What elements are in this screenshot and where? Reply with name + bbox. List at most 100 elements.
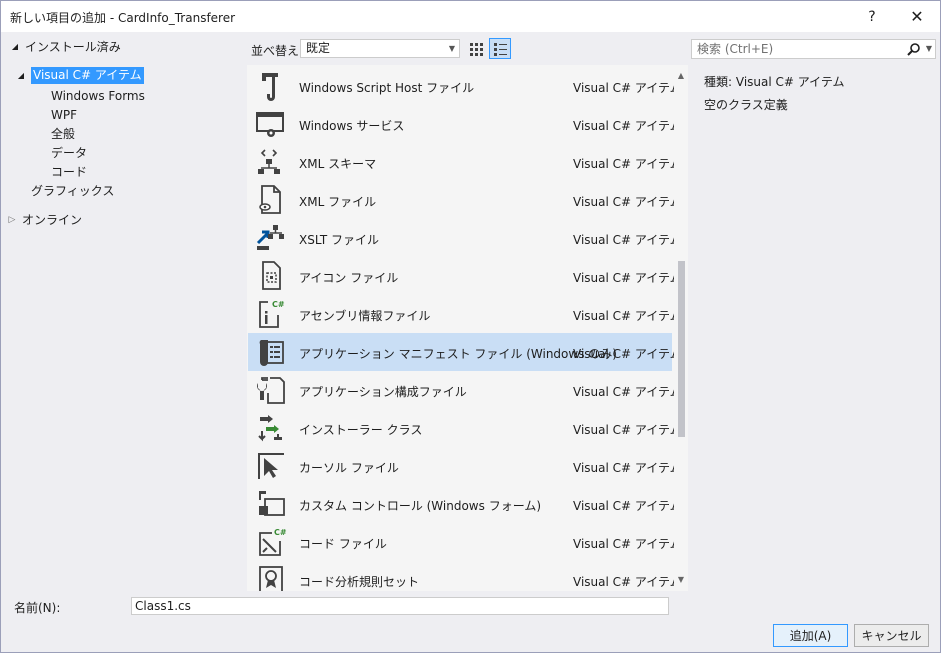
list-view-button[interactable] xyxy=(489,38,511,59)
search-input[interactable]: 検索 (Ctrl+E) ▼ xyxy=(691,39,936,59)
tree-item-data[interactable]: データ xyxy=(51,143,87,162)
item-name: Windows Script Host ファイル xyxy=(299,81,475,95)
config-icon xyxy=(254,373,288,407)
list-item[interactable]: C# アセンブリ情報ファイル Visual C# アイテム xyxy=(248,295,682,333)
list-scrollbar[interactable]: ▲ ▼ xyxy=(674,65,688,591)
close-button[interactable]: ✕ xyxy=(894,1,940,32)
grid-view-button[interactable] xyxy=(465,38,487,59)
tree-label-visual-csharp: Visual C# アイテム xyxy=(31,67,144,84)
tree-item-general[interactable]: 全般 xyxy=(51,124,75,143)
expanded-triangle-icon[interactable]: ◢ xyxy=(9,42,21,51)
name-label: 名前(N): xyxy=(14,601,61,615)
tree-label-installed: インストール済み xyxy=(25,40,121,54)
script-icon xyxy=(254,69,288,103)
tree-label-wpf: WPF xyxy=(51,107,78,122)
icon-file-icon xyxy=(254,259,288,293)
tree-item-installed[interactable]: ◢ インストール済み xyxy=(9,37,121,56)
details-type-value: Visual C# アイテム xyxy=(735,75,845,89)
grid-view-icon xyxy=(470,42,483,56)
list-view-icon xyxy=(494,42,507,56)
item-name: XSLT ファイル xyxy=(299,233,380,247)
item-type: Visual C# アイテム xyxy=(573,233,682,247)
details-type-label: 種類: xyxy=(704,75,733,89)
item-name: XML ファイル xyxy=(299,195,377,209)
tree-item-windows-forms[interactable]: Windows Forms xyxy=(51,86,145,105)
item-name: XML スキーマ xyxy=(299,157,377,171)
tree-item-code[interactable]: コード xyxy=(51,162,87,181)
scroll-up-arrow-icon[interactable]: ▲ xyxy=(674,69,688,83)
list-item[interactable]: XML ファイル Visual C# アイテム xyxy=(248,181,682,219)
item-type: Visual C# アイテム xyxy=(573,195,682,209)
search-placeholder: 検索 (Ctrl+E) xyxy=(697,42,774,56)
svg-text:C#: C# xyxy=(272,300,285,309)
item-name: アイコン ファイル xyxy=(299,271,399,285)
list-item[interactable]: インストーラー クラス Visual C# アイテム xyxy=(248,409,682,447)
item-name: カスタム コントロール (Windows フォーム) xyxy=(299,499,542,513)
expanded-triangle-icon[interactable]: ◢ xyxy=(15,71,27,80)
sort-value: 既定 xyxy=(306,41,331,55)
name-input[interactable] xyxy=(131,597,669,615)
item-template-list: Windows Script Host ファイル Visual C# アイテム … xyxy=(247,65,688,591)
item-type: Visual C# アイテム xyxy=(573,499,682,513)
list-item[interactable]: カスタム コントロール (Windows フォーム) Visual C# アイテ… xyxy=(248,485,682,523)
list-item[interactable]: Windows サービス Visual C# アイテム xyxy=(248,105,682,143)
window-title: 新しい項目の追加 - CardInfo_Transferer xyxy=(10,11,236,25)
service-icon xyxy=(254,107,288,141)
item-type: Visual C# アイテム xyxy=(573,271,682,285)
item-type: Visual C# アイテム xyxy=(573,119,682,133)
item-name: インストーラー クラス xyxy=(299,423,423,437)
item-type: Visual C# アイテム xyxy=(573,575,682,589)
code-file-icon: C# xyxy=(254,525,288,559)
item-name: アプリケーション構成ファイル xyxy=(299,385,467,399)
template-tree: ◢ インストール済み ◢ Visual C# アイテム Windows Form… xyxy=(1,32,247,591)
tree-item-wpf[interactable]: WPF xyxy=(51,105,77,124)
tree-label-graphics: グラフィックス xyxy=(31,184,115,198)
search-icon xyxy=(907,42,921,56)
list-item[interactable]: XML スキーマ Visual C# アイテム xyxy=(248,143,682,181)
ruleset-icon xyxy=(254,563,288,591)
xml-file-icon xyxy=(254,183,288,217)
item-name: カーソル ファイル xyxy=(299,461,399,475)
list-item[interactable]: コード分析規則セット Visual C# アイテム xyxy=(248,561,682,591)
item-type: Visual C# アイテム xyxy=(573,347,682,361)
sort-label: 並べ替え: xyxy=(251,44,304,58)
tree-item-visual-csharp[interactable]: ◢ Visual C# アイテム xyxy=(15,66,144,85)
collapsed-triangle-icon[interactable]: ▷ xyxy=(6,215,18,225)
manifest-icon xyxy=(254,335,288,369)
item-type: Visual C# アイテム xyxy=(573,461,682,475)
list-item[interactable]: C# コード ファイル Visual C# アイテム xyxy=(248,523,682,561)
title-bar: 新しい項目の追加 - CardInfo_Transferer ? ✕ xyxy=(1,1,940,32)
xslt-icon xyxy=(254,221,288,255)
chevron-down-icon: ▼ xyxy=(448,44,455,53)
list-item[interactable]: アプリケーション構成ファイル Visual C# アイテム xyxy=(248,371,682,409)
list-item[interactable]: アイコン ファイル Visual C# アイテム xyxy=(248,257,682,295)
scroll-down-arrow-icon[interactable]: ▼ xyxy=(674,573,688,587)
xml-schema-icon xyxy=(254,145,288,179)
svg-text:C#: C# xyxy=(274,528,287,537)
scrollbar-thumb[interactable] xyxy=(678,261,685,437)
list-item[interactable]: XSLT ファイル Visual C# アイテム xyxy=(248,219,682,257)
add-new-item-dialog: 新しい項目の追加 - CardInfo_Transferer ? ✕ ◢ インス… xyxy=(0,0,941,653)
item-type: Visual C# アイテム xyxy=(573,81,682,95)
item-type: Visual C# アイテム xyxy=(573,309,682,323)
installer-icon xyxy=(254,411,288,445)
list-item-selected[interactable]: アプリケーション マニフェスト ファイル (Windows のみ) Visual… xyxy=(248,333,682,371)
item-name: コード ファイル xyxy=(299,537,387,551)
item-name: Windows サービス xyxy=(299,119,405,133)
details-description: 空のクラス定義 xyxy=(704,98,788,112)
item-type: Visual C# アイテム xyxy=(573,385,682,399)
tree-label-general: 全般 xyxy=(51,127,76,141)
tree-item-online[interactable]: ▷ オンライン xyxy=(6,210,82,229)
chevron-down-icon[interactable]: ▼ xyxy=(926,40,932,58)
list-item[interactable]: Windows Script Host ファイル Visual C# アイテム xyxy=(248,67,682,105)
tree-label-windows-forms: Windows Forms xyxy=(51,88,145,103)
sort-dropdown[interactable]: 既定 ▼ xyxy=(300,39,460,58)
add-button[interactable]: 追加(A) xyxy=(773,624,848,647)
tree-item-graphics[interactable]: グラフィックス xyxy=(31,181,114,200)
item-name: アセンブリ情報ファイル xyxy=(299,309,431,323)
cursor-icon xyxy=(254,449,288,483)
item-type: Visual C# アイテム xyxy=(573,537,682,551)
help-button[interactable]: ? xyxy=(849,1,895,32)
cancel-button[interactable]: キャンセル xyxy=(854,624,929,647)
list-item[interactable]: カーソル ファイル Visual C# アイテム xyxy=(248,447,682,485)
